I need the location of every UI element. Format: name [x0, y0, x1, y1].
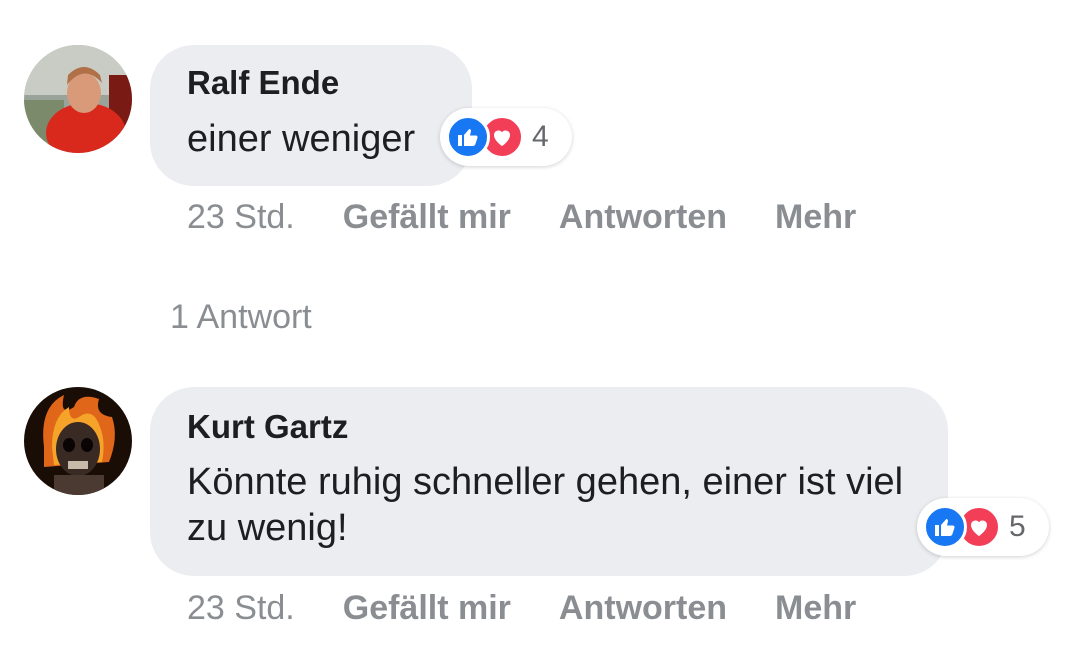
comment-author[interactable]: Ralf Ende	[187, 64, 339, 102]
avatar-photo	[24, 45, 132, 153]
avatar[interactable]	[24, 387, 132, 495]
comment-timestamp[interactable]: 23 Std.	[187, 589, 295, 628]
thumbs-up-icon	[923, 505, 967, 549]
comment-actions: 23 Std. Gefällt mir Antworten Mehr	[187, 589, 904, 628]
reply-button[interactable]: Antworten	[559, 198, 727, 237]
reaction-count: 4	[532, 120, 549, 153]
comment-actions: 23 Std. Gefällt mir Antworten Mehr	[187, 198, 904, 237]
comment-author[interactable]: Kurt Gartz	[187, 408, 348, 446]
reactions-summary[interactable]: 5	[917, 498, 1049, 556]
view-replies-link[interactable]: 1 Antwort	[170, 298, 312, 337]
avatar[interactable]	[24, 45, 132, 153]
comment-text: Könnte ruhig schneller gehen, einer ist …	[187, 461, 904, 549]
comment-timestamp[interactable]: 23 Std.	[187, 198, 295, 237]
reply-button[interactable]: Antworten	[559, 589, 727, 628]
more-button[interactable]: Mehr	[775, 198, 856, 237]
avatar-photo	[24, 387, 132, 495]
comment-text: einer weniger	[187, 118, 416, 160]
like-button[interactable]: Gefällt mir	[343, 589, 511, 628]
like-button[interactable]: Gefällt mir	[343, 198, 511, 237]
thumbs-up-icon	[446, 115, 490, 159]
reaction-count: 5	[1009, 510, 1026, 543]
more-button[interactable]: Mehr	[775, 589, 856, 628]
reactions-summary[interactable]: 4	[440, 108, 572, 166]
